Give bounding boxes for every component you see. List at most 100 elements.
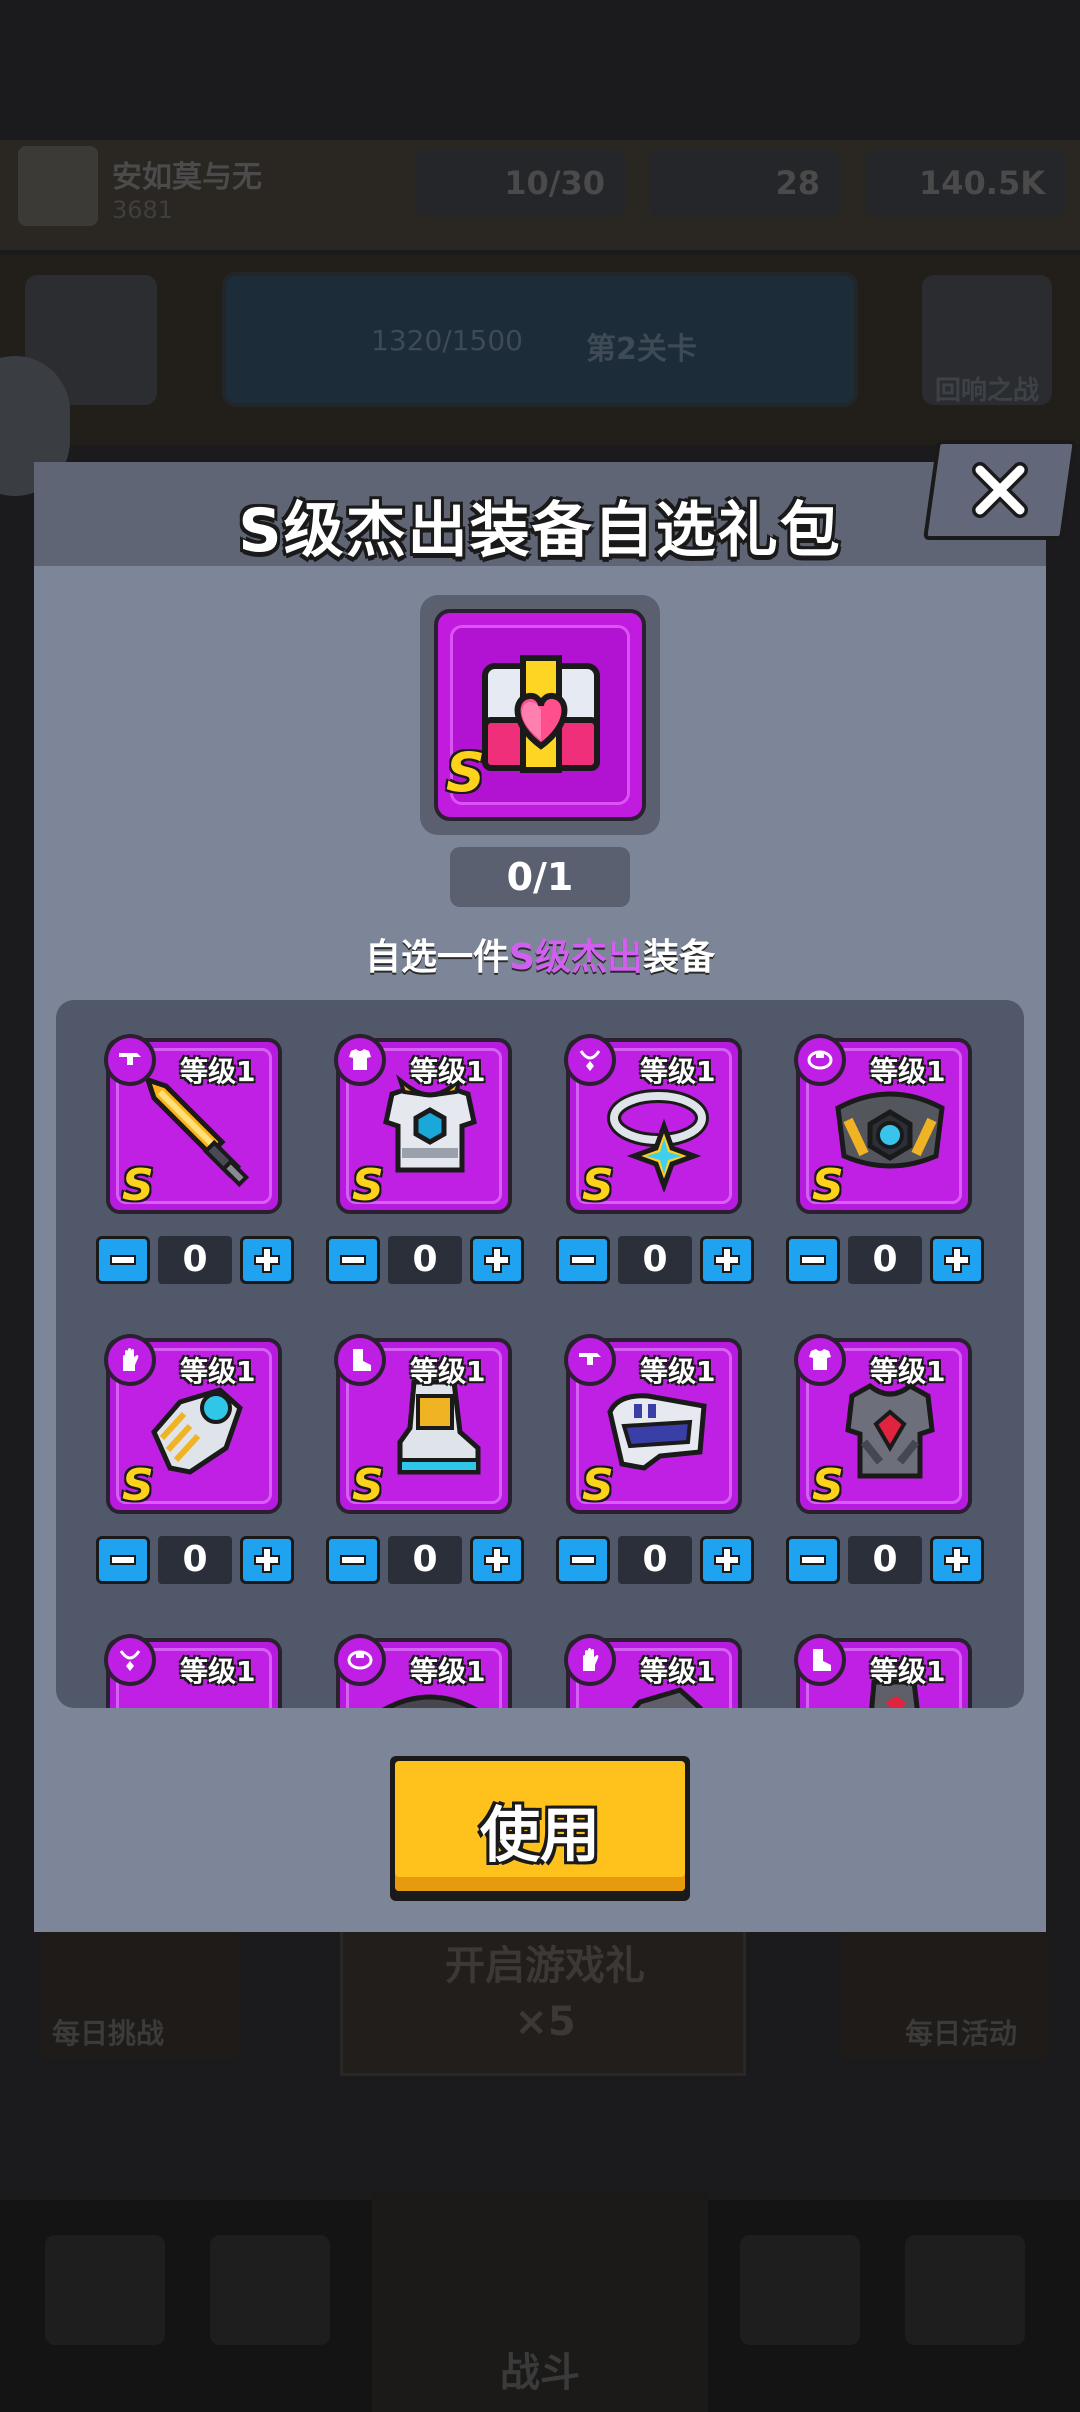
item-tile[interactable]: 等级1 S (564, 1334, 742, 1514)
increase-button[interactable] (470, 1236, 524, 1284)
use-button-face: 使用 (395, 1761, 685, 1891)
equipment-item[interactable]: 等级1S0 (564, 1634, 766, 1708)
item-tile[interactable]: 等级1S (794, 1634, 972, 1708)
gift-pack-tile: S (434, 609, 646, 821)
increase-button[interactable] (240, 1236, 294, 1284)
item-level: 等级1 (640, 1655, 716, 1688)
gem-counter: 28 (650, 150, 840, 216)
item-tile[interactable]: 等级1S (334, 1634, 512, 1708)
quantity-stepper: 0 (786, 1236, 984, 1286)
item-tile[interactable]: 等级1S (104, 1634, 282, 1708)
decrease-button[interactable] (326, 1236, 380, 1284)
decrease-button[interactable] (556, 1536, 610, 1584)
plus-icon (944, 1547, 970, 1573)
equipment-item[interactable]: 等级1 S0 (556, 1334, 766, 1618)
weapon-icon (119, 1053, 141, 1065)
slot-badge (564, 1034, 616, 1086)
mission-progress: 1320/1500 (371, 324, 523, 357)
armor-icon (349, 1049, 371, 1070)
center-banner-line2: ×5 (514, 1999, 576, 2045)
increase-button[interactable] (240, 1536, 294, 1584)
mission-bar: 1320/1500 第2关卡 (222, 272, 858, 407)
quantity-value: 0 (618, 1536, 692, 1584)
use-button[interactable]: 使用 (390, 1756, 690, 1901)
minus-icon (800, 1255, 826, 1265)
slot-badge (564, 1634, 616, 1686)
quantity-stepper: 0 (556, 1236, 754, 1286)
quantity-stepper: 0 (326, 1236, 524, 1286)
armor-icon (809, 1349, 831, 1370)
decrease-button[interactable] (786, 1536, 840, 1584)
equipment-item[interactable]: 等级1S0 (104, 1634, 306, 1708)
decrease-button[interactable] (96, 1536, 150, 1584)
belt-icon (347, 1650, 373, 1670)
boot-icon (813, 1649, 831, 1671)
coin-counter: 140.5K (865, 150, 1065, 216)
item-tile[interactable]: 等级1 S (564, 1034, 742, 1214)
use-button-label: 使用 (480, 1801, 600, 1871)
nav-item-shop (45, 2235, 165, 2345)
star-necklace-icon (607, 1089, 709, 1192)
item-level: 等级1 (410, 1055, 486, 1088)
item-level: 等级1 (410, 1355, 486, 1388)
item-grade: S (352, 1160, 384, 1211)
slot-badge (334, 1634, 386, 1686)
item-level: 等级1 (180, 1055, 256, 1088)
decrease-button[interactable] (556, 1236, 610, 1284)
close-icon (934, 444, 1066, 536)
equipment-item[interactable]: 等级1 S 0 (326, 1034, 536, 1318)
belt-icon (807, 1050, 833, 1070)
decrease-button[interactable] (96, 1236, 150, 1284)
item-tile[interactable]: 等级1 S (104, 1334, 282, 1514)
item-grade: S (812, 1160, 844, 1211)
equipment-item[interactable]: 等级1S 0 (786, 1034, 996, 1318)
item-grade: S (122, 1460, 154, 1511)
item-tile[interactable]: 等级1S (794, 1334, 972, 1514)
item-grade: S (582, 1160, 614, 1211)
slot-badge (104, 1334, 156, 1386)
increase-button[interactable] (930, 1536, 984, 1584)
close-button[interactable] (922, 440, 1078, 540)
equipment-item[interactable]: 等级1S0 (794, 1634, 996, 1708)
item-tile[interactable]: 等级1 S (334, 1034, 512, 1214)
plus-icon (944, 1247, 970, 1273)
item-grade: S (352, 1460, 384, 1511)
item-level: 等级1 (870, 1355, 946, 1388)
gem-belt-icon (835, 1091, 945, 1169)
chest-armor-icon (383, 1074, 477, 1173)
decrease-button[interactable] (786, 1236, 840, 1284)
item-tile[interactable]: 等级1S (794, 1034, 972, 1214)
echo-battle-label: 回响之战 (934, 376, 1039, 406)
avatar (18, 146, 98, 226)
equipment-item[interactable]: 等级1 S0 (96, 1334, 306, 1618)
nav-item-equipment (210, 2235, 330, 2345)
increase-button[interactable] (470, 1536, 524, 1584)
item-level: 等级1 (640, 1055, 716, 1088)
decrease-button[interactable] (326, 1536, 380, 1584)
increase-button[interactable] (700, 1236, 754, 1284)
glove-icon (123, 1348, 139, 1371)
equipment-grid[interactable]: 等级1 S 0 等级1 S 0 等级1 S 0 等级1 S 0 等级1 S 0 等级1 S 0 等级1 S 0 等级1 S 0… (56, 1000, 1024, 1708)
item-tile[interactable]: 等级1S (104, 1034, 282, 1214)
quantity-stepper: 0 (326, 1536, 524, 1586)
item-tile[interactable]: 等级1S (564, 1634, 742, 1708)
item-level: 等级1 (180, 1355, 256, 1388)
player-name: 安如莫与无 (112, 160, 262, 195)
minus-icon (800, 1555, 826, 1565)
equipment-item[interactable]: 等级1 S 0 (326, 1334, 536, 1618)
increase-button[interactable] (700, 1536, 754, 1584)
nav-battle-label: 战斗 (500, 2350, 580, 2396)
item-level: 等级1 (410, 1655, 486, 1688)
equipment-item[interactable]: 等级1S0 (334, 1634, 536, 1708)
item-level: 等级1 (640, 1355, 716, 1388)
equipment-item[interactable]: 等级1S0 (786, 1334, 996, 1618)
item-tile[interactable]: 等级1 S (334, 1334, 512, 1514)
equipment-item[interactable]: 等级1 S 0 (556, 1034, 766, 1318)
item-grade: S (582, 1460, 614, 1511)
equipment-item[interactable]: 等级1S0 (96, 1034, 306, 1318)
plus-icon (714, 1547, 740, 1573)
quantity-value: 0 (158, 1536, 232, 1584)
quantity-stepper: 0 (556, 1536, 754, 1586)
minus-icon (570, 1255, 596, 1265)
increase-button[interactable] (930, 1236, 984, 1284)
